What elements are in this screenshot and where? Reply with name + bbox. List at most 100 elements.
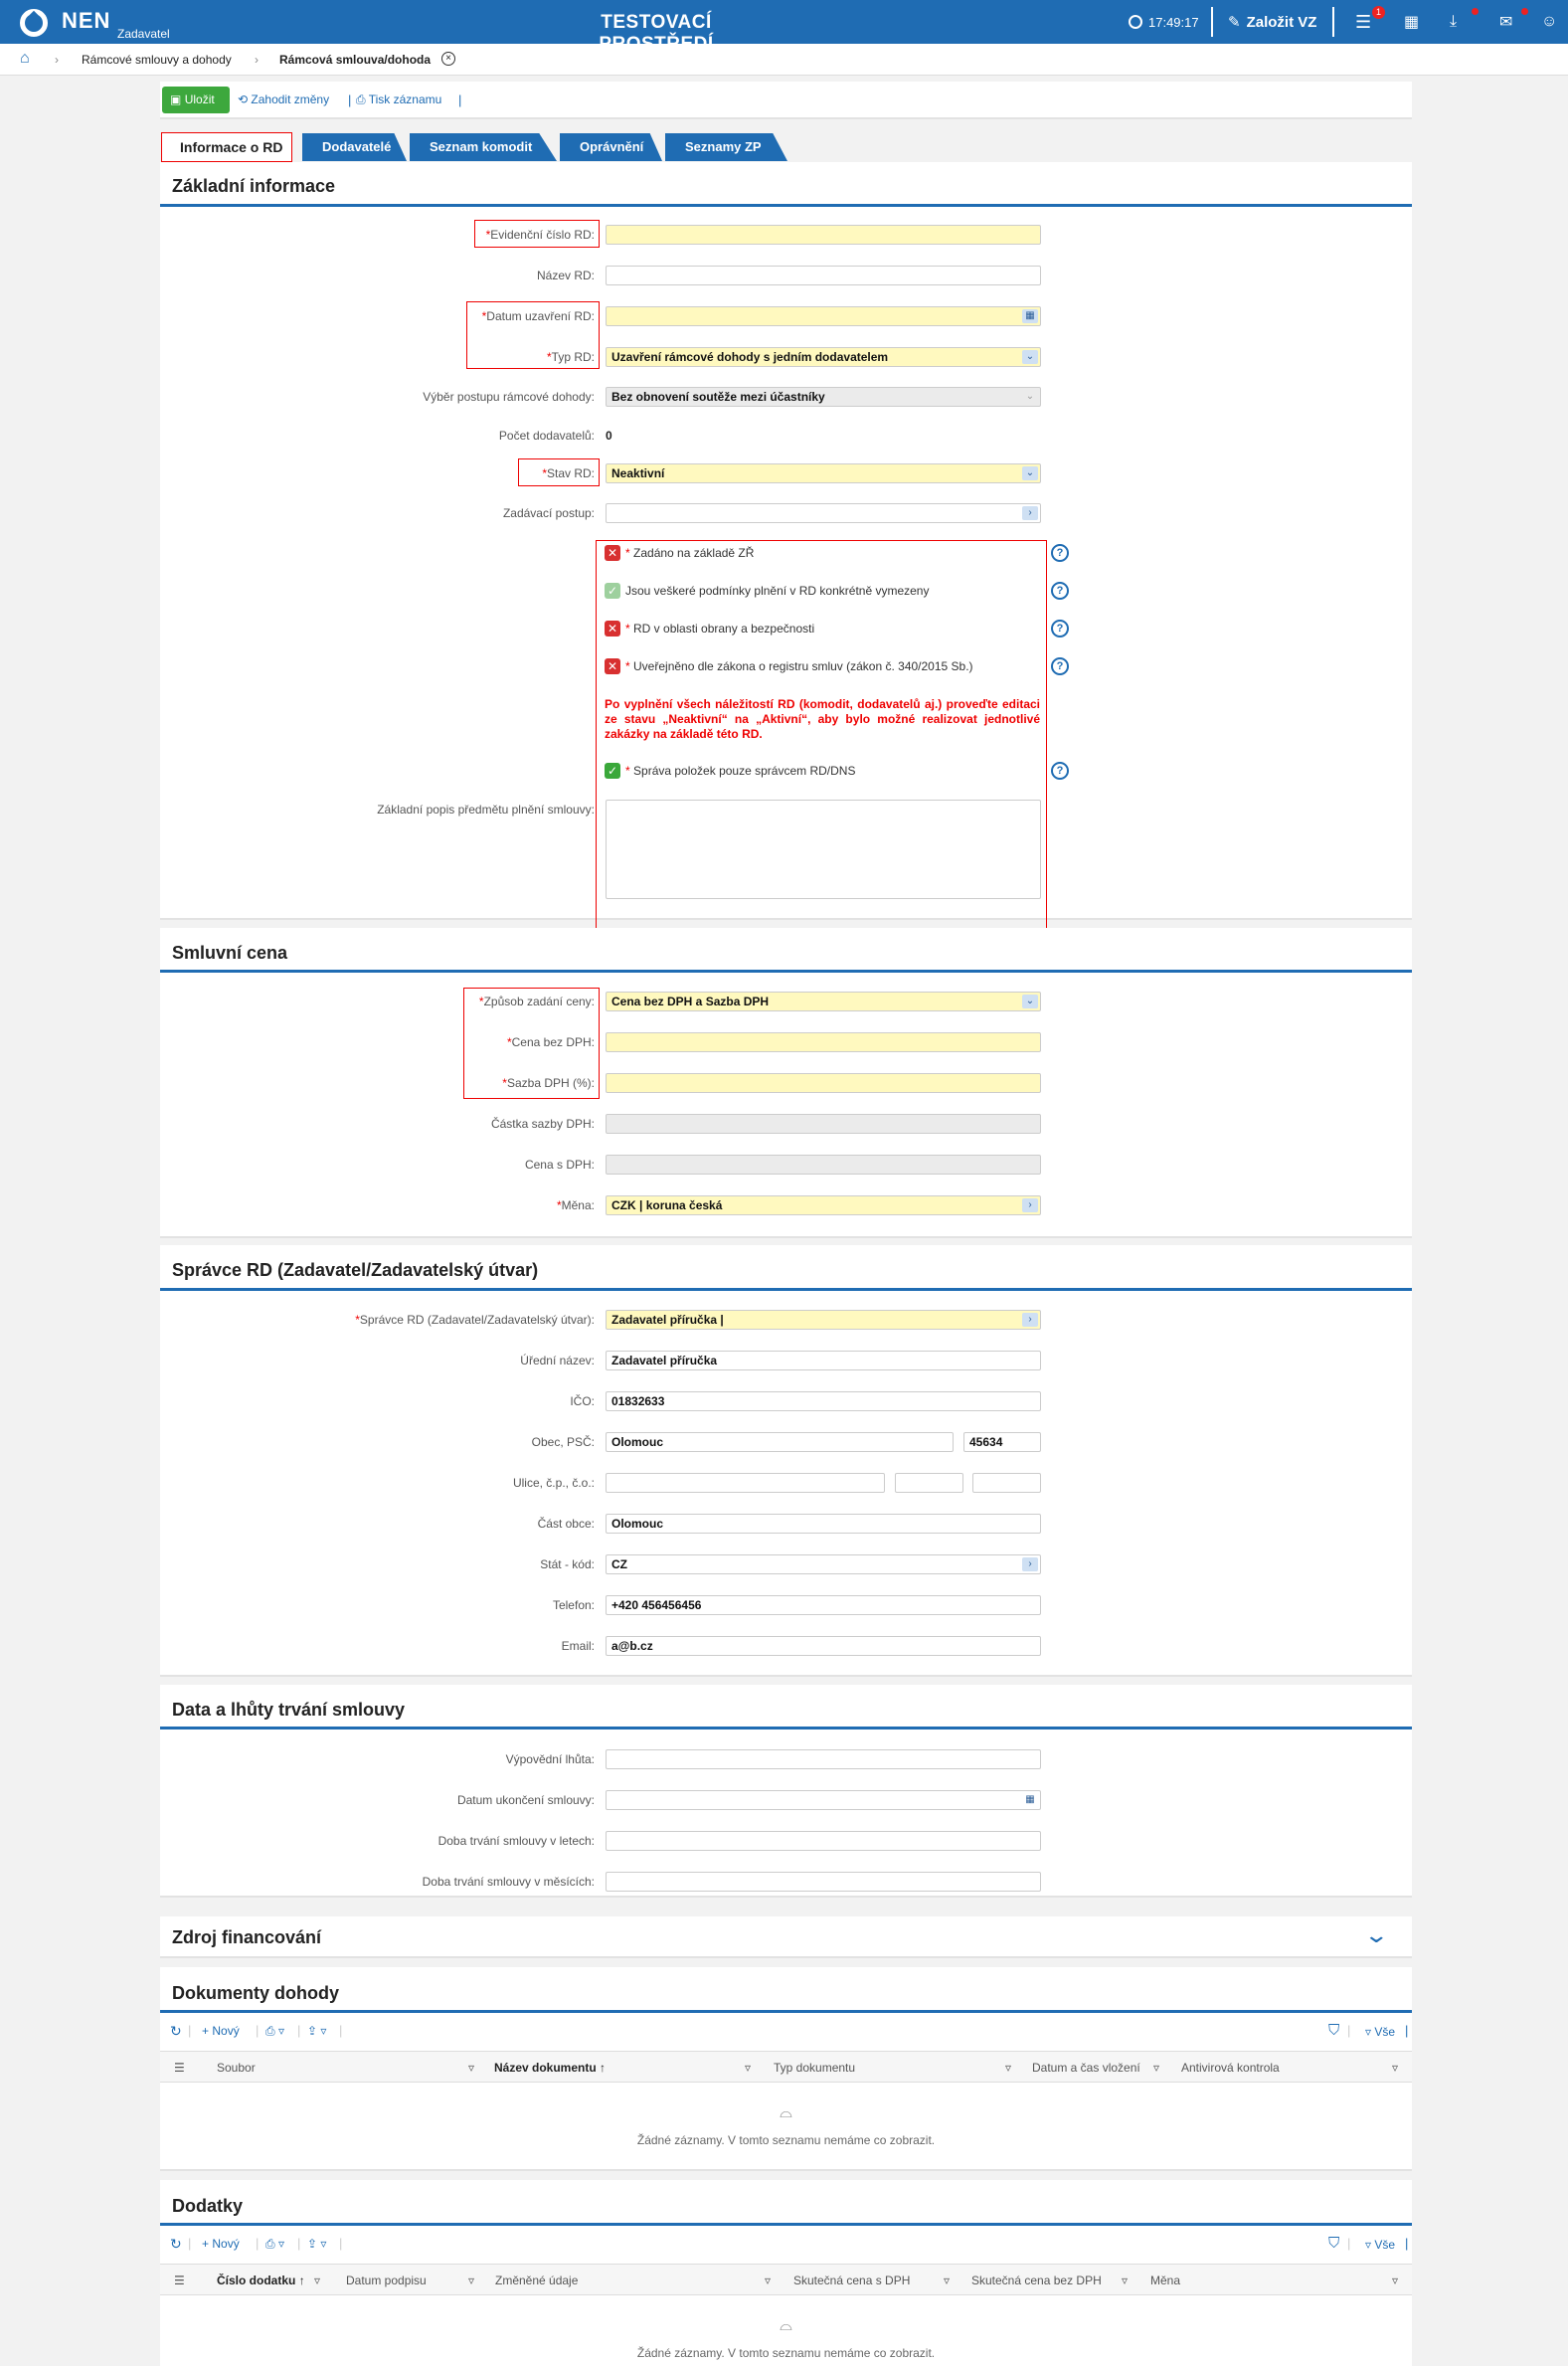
notice-period-input[interactable] [606, 1749, 1041, 1769]
menu-button[interactable]: ☰ [1355, 0, 1371, 44]
view-all-select[interactable]: ▿ Vše [1365, 2238, 1395, 2252]
orientation-number-input[interactable] [972, 1473, 1041, 1493]
net-price-input[interactable] [606, 1032, 1041, 1052]
chevron-down-icon[interactable]: ⌄ [1022, 995, 1038, 1008]
tab-opravneni[interactable]: Oprávnění [560, 133, 662, 161]
column-header[interactable]: Měna [1150, 2274, 1180, 2287]
house-number-input[interactable] [895, 1473, 963, 1493]
column-header[interactable]: Datum a čas vložení [1032, 2061, 1140, 2075]
caret-down-icon[interactable]: ▿ [1122, 2274, 1128, 2287]
caret-down-icon[interactable]: ▿ [468, 2274, 474, 2287]
city-part-input[interactable]: Olomouc [606, 1514, 1041, 1534]
help-icon[interactable]: ? [1051, 620, 1069, 637]
end-date-input[interactable]: ▦ [606, 1790, 1041, 1810]
funding-panel[interactable]: Zdroj financování ⌄ [160, 1916, 1412, 1958]
vat-rate-input[interactable] [606, 1073, 1041, 1093]
print-button[interactable]: ⎙ Tisk záznamu [356, 92, 441, 107]
caret-down-icon[interactable]: ▿ [765, 2274, 771, 2287]
filter-icon[interactable]: ⛉ [1328, 2235, 1339, 2252]
help-icon[interactable]: ? [1051, 762, 1069, 780]
user-button[interactable]: ☺ [1541, 0, 1557, 44]
filter-icon[interactable]: ⛉ [1328, 2022, 1339, 2039]
email-input[interactable]: a@b.cz [606, 1636, 1041, 1656]
tab-seznamy-zp[interactable]: Seznamy ZP [665, 133, 787, 161]
export-menu-button[interactable]: ⇪ ▿ [307, 2237, 326, 2251]
award-procedure-input[interactable]: › [606, 503, 1041, 523]
caret-down-icon[interactable]: ▿ [314, 2274, 320, 2287]
checkbox-registry[interactable]: ✕ [605, 658, 620, 674]
checkbox-conditions[interactable]: ✓ [605, 583, 620, 599]
column-header-sorted[interactable]: Název dokumentu ↑ [494, 2061, 606, 2075]
help-icon[interactable]: ? [1051, 582, 1069, 600]
caret-down-icon[interactable]: ▿ [1005, 2061, 1011, 2075]
checkbox-defense[interactable]: ✕ [605, 621, 620, 637]
rd-type-select[interactable]: Uzavření rámcové dohody s jedním dodavat… [606, 347, 1041, 367]
city-input[interactable]: Olomouc [606, 1432, 954, 1452]
column-header[interactable]: Skutečná cena bez DPH [971, 2274, 1102, 2287]
messages-button[interactable]: ✉ [1499, 0, 1512, 44]
chevron-down-icon[interactable]: ⌄ [1022, 466, 1038, 480]
app-name[interactable]: NEN [62, 8, 110, 34]
zip-input[interactable]: 45634 [963, 1432, 1041, 1452]
rd-name-input[interactable] [606, 266, 1041, 285]
description-textarea[interactable] [606, 800, 1041, 899]
chevron-down-icon[interactable]: ⌄ [1022, 350, 1038, 364]
discard-button[interactable]: ⟲ Zahodit změny [238, 92, 329, 106]
street-input[interactable] [606, 1473, 885, 1493]
column-header[interactable]: Změněné údaje [495, 2274, 578, 2287]
caret-down-icon[interactable]: ▿ [1392, 2061, 1398, 2075]
view-all-select[interactable]: ▿ Vše [1365, 2025, 1395, 2039]
currency-select[interactable]: CZK | koruna česká › [606, 1195, 1041, 1215]
column-header[interactable]: Typ dokumentu [774, 2061, 855, 2075]
refresh-icon[interactable]: ↻ [170, 2236, 182, 2253]
calendar-icon[interactable]: ▦ [1022, 1793, 1038, 1807]
print-menu-button[interactable]: ⎙ ▿ [265, 2024, 284, 2039]
column-header-sorted[interactable]: Číslo dodatku ↑ [217, 2274, 305, 2287]
print-menu-button[interactable]: ⎙ ▿ [265, 2237, 284, 2252]
home-icon[interactable]: ⌂ [20, 50, 30, 68]
checkbox-zr[interactable]: ✕ [605, 545, 620, 561]
save-button[interactable]: ▣ Uložit [162, 87, 230, 113]
caret-down-icon[interactable]: ▿ [1392, 2274, 1398, 2287]
caret-down-icon[interactable]: ▿ [1153, 2061, 1159, 2075]
tab-seznam-komodit[interactable]: Seznam komodit [410, 133, 557, 161]
caret-down-icon[interactable]: ▿ [468, 2061, 474, 2075]
tab-informace[interactable]: Informace o RD [161, 132, 292, 162]
ico-input[interactable]: 01832633 [606, 1391, 1041, 1411]
help-icon[interactable]: ? [1051, 544, 1069, 562]
column-settings-icon[interactable]: ☰ [174, 2274, 185, 2287]
column-header[interactable]: Skutečná cena s DPH [793, 2274, 910, 2287]
checkbox-admin-only[interactable]: ✓ [605, 763, 620, 779]
close-icon[interactable]: × [441, 52, 455, 66]
country-select[interactable]: CZ › [606, 1554, 1041, 1574]
new-document-button[interactable]: + Nový [202, 2024, 240, 2038]
refresh-icon[interactable]: ↻ [170, 2023, 182, 2040]
column-header[interactable]: Soubor [217, 2061, 256, 2075]
calendar-button[interactable]: ▦ [1404, 0, 1419, 44]
export-menu-button[interactable]: ⇪ ▿ [307, 2024, 326, 2038]
new-amendment-button[interactable]: + Nový [202, 2237, 240, 2251]
admin-select[interactable]: Zadavatel příručka | › [606, 1310, 1041, 1330]
chevron-right-icon[interactable]: › [1022, 1313, 1038, 1327]
calendar-icon[interactable]: ▦ [1022, 309, 1038, 323]
chevron-right-icon[interactable]: › [1022, 1557, 1038, 1571]
column-header[interactable]: Datum podpisu [346, 2274, 427, 2287]
chevron-right-icon[interactable]: › [1022, 506, 1038, 520]
conclusion-date-input[interactable]: ▦ [606, 306, 1041, 326]
column-settings-icon[interactable]: ☰ [174, 2061, 185, 2075]
phone-input[interactable]: +420 456456456 [606, 1595, 1041, 1615]
download-button[interactable]: ⤓ [1450, 0, 1457, 44]
duration-months-input[interactable] [606, 1872, 1041, 1892]
help-icon[interactable]: ? [1051, 657, 1069, 675]
caret-down-icon[interactable]: ▿ [745, 2061, 751, 2075]
price-mode-select[interactable]: Cena bez DPH a Sazba DPH ⌄ [606, 992, 1041, 1011]
column-header[interactable]: Antivirová kontrola [1181, 2061, 1280, 2075]
breadcrumb-item[interactable]: Rámcové smlouvy a dohody [82, 53, 232, 67]
chevron-right-icon[interactable]: › [1022, 1198, 1038, 1212]
duration-years-input[interactable] [606, 1831, 1041, 1851]
rd-state-select[interactable]: Neaktivní ⌄ [606, 463, 1041, 483]
evidence-number-input[interactable] [606, 225, 1041, 245]
caret-down-icon[interactable]: ▿ [944, 2274, 950, 2287]
create-vz-button[interactable]: ✎ Založit VZ [1228, 0, 1316, 44]
official-name-input[interactable]: Zadavatel příručka [606, 1351, 1041, 1370]
